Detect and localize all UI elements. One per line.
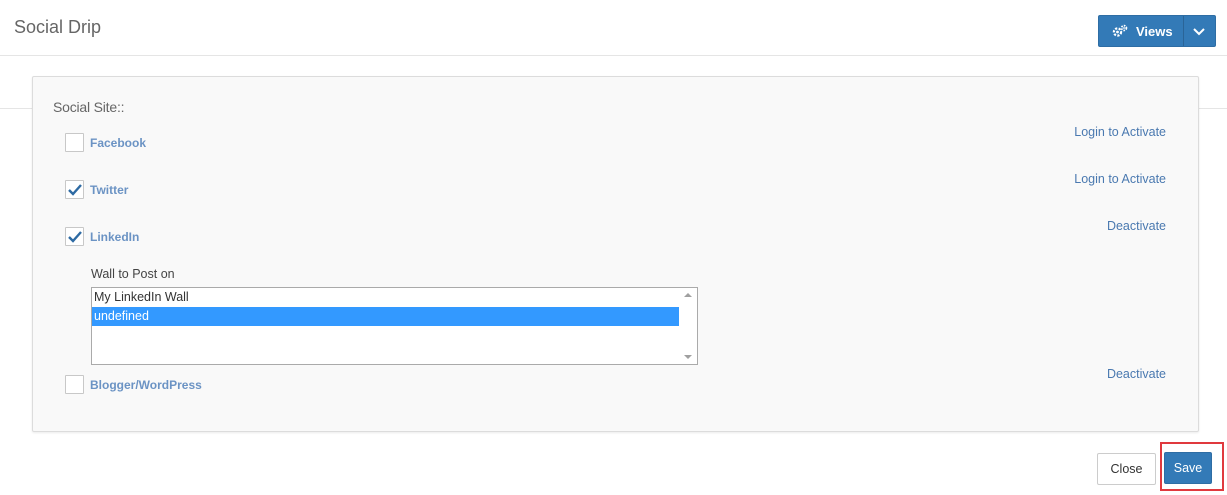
checkmark-icon xyxy=(68,231,82,243)
checkmark-icon xyxy=(68,184,82,196)
page-header: Social Drip Views xyxy=(0,0,1227,56)
gears-icon xyxy=(1112,23,1128,39)
close-button[interactable]: Close xyxy=(1097,453,1156,485)
wall-select-list[interactable]: My LinkedIn Wall undefined xyxy=(91,287,698,365)
site-name-linkedin: LinkedIn xyxy=(90,230,140,244)
site-name-twitter: Twitter xyxy=(90,183,129,197)
divider-line xyxy=(1198,108,1227,109)
scroll-up-icon[interactable] xyxy=(684,293,692,297)
blogger-deactivate-link[interactable]: Deactivate xyxy=(1107,367,1166,381)
views-label: Views xyxy=(1136,23,1173,39)
page-title: Social Drip xyxy=(14,17,102,37)
wall-option[interactable]: My LinkedIn Wall xyxy=(92,288,679,307)
wall-label: Wall to Post on xyxy=(91,267,175,281)
section-label: Social Site:: xyxy=(53,99,125,115)
scrollbar[interactable] xyxy=(680,288,697,364)
facebook-checkbox[interactable] xyxy=(65,133,84,152)
linkedin-checkbox[interactable] xyxy=(65,227,84,246)
scroll-down-icon[interactable] xyxy=(684,355,692,359)
social-sites-panel: Social Site:: Facebook Login to Activate… xyxy=(32,76,1199,432)
wall-option-selected[interactable]: undefined xyxy=(92,307,679,326)
chevron-down-icon[interactable] xyxy=(1192,25,1206,37)
views-divider xyxy=(1183,16,1184,46)
linkedin-deactivate-link[interactable]: Deactivate xyxy=(1107,219,1166,233)
twitter-login-link[interactable]: Login to Activate xyxy=(1074,172,1166,186)
divider-line xyxy=(0,108,33,109)
site-name-facebook: Facebook xyxy=(90,136,147,150)
facebook-login-link[interactable]: Login to Activate xyxy=(1074,125,1166,139)
views-dropdown-button[interactable]: Views xyxy=(1098,15,1216,47)
blogger-checkbox[interactable] xyxy=(65,375,84,394)
save-button[interactable]: Save xyxy=(1164,452,1212,484)
site-name-blogger: Blogger/WordPress xyxy=(90,378,202,392)
twitter-checkbox[interactable] xyxy=(65,180,84,199)
